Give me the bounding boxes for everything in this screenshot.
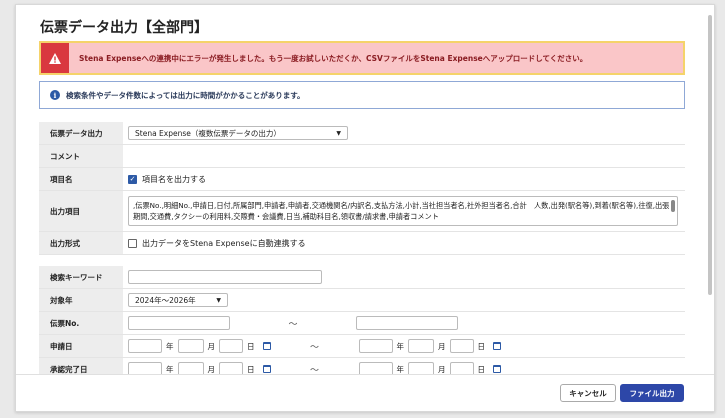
row-comment: コメント	[39, 145, 685, 168]
row-target-year: 対象年 2024年～2026年 ▼	[39, 289, 685, 312]
dialog-panel: 伝票データ出力【全部門】 Stena Expenseへの連携中にエラーが発生しま…	[15, 4, 715, 412]
item-name-checkbox-label: 項目名を出力する	[142, 174, 206, 184]
error-message: Stena Expenseへの連携中にエラーが発生しました。もう一度お試しいただ…	[79, 53, 588, 63]
label-slip-no: 伝票No.	[39, 312, 123, 334]
page-scrollbar[interactable]	[708, 15, 712, 295]
item-name-checkbox[interactable]: ✓	[128, 174, 137, 184]
apply-from-day-input[interactable]	[219, 339, 243, 353]
page-title: 伝票データ出力【全部門】	[40, 20, 208, 36]
calendar-icon[interactable]	[262, 342, 271, 350]
info-icon: i	[50, 90, 60, 100]
label-output-format: 出力形式	[39, 232, 123, 254]
export-form: 伝票データ出力 Stena Expense（複数伝票データの出力） ▼ コメント …	[39, 122, 685, 403]
row-output-items: 出力項目 ,伝票No.,明細No.,申請日,日付,所属部門,申請者,申請者,交通…	[39, 191, 685, 232]
error-banner: Stena Expenseへの連携中にエラーが発生しました。もう一度お試しいただ…	[39, 41, 685, 75]
label-output-items: 出力項目	[39, 191, 123, 231]
comment-value	[123, 145, 685, 167]
calendar-icon[interactable]	[262, 365, 271, 373]
range-tilde: ～	[288, 319, 298, 330]
target-year-select[interactable]: 2024年～2026年 ▼	[128, 293, 228, 307]
calendar-icon[interactable]	[493, 342, 501, 350]
row-output-format: 出力形式 出力データをStena Expenseに自動連携する	[39, 232, 685, 255]
row-search-keyword: 検索キーワード	[39, 266, 685, 289]
label-target-year: 対象年	[39, 289, 123, 311]
info-banner: i 検索条件やデータ件数によっては出力に時間がかかることがあります。	[39, 81, 685, 109]
cancel-button[interactable]: キャンセル	[560, 384, 616, 402]
chevron-down-icon: ▼	[216, 296, 221, 304]
auto-link-checkbox[interactable]	[128, 238, 137, 248]
textarea-scrollbar[interactable]	[671, 200, 675, 212]
row-slip-no: 伝票No. ～	[39, 312, 685, 335]
row-output-data: 伝票データ出力 Stena Expense（複数伝票データの出力） ▼	[39, 122, 685, 145]
label-comment: コメント	[39, 145, 123, 167]
label-apply-date: 申請日	[39, 335, 123, 357]
row-apply-date: 申請日 年 月 日 ～ 年 月 日	[39, 335, 685, 358]
slip-no-to-input[interactable]	[356, 316, 458, 330]
footer-bar: キャンセル ファイル出力	[16, 374, 714, 411]
output-data-select[interactable]: Stena Expense（複数伝票データの出力） ▼	[128, 126, 348, 140]
auto-link-checkbox-label: 出力データをStena Expenseに自動連携する	[142, 238, 306, 248]
calendar-icon[interactable]	[493, 365, 501, 373]
warning-icon	[41, 43, 69, 73]
label-search-keyword: 検索キーワード	[39, 266, 123, 288]
search-keyword-input[interactable]	[128, 270, 322, 284]
apply-to-year-input[interactable]	[358, 339, 393, 353]
apply-from-year-input[interactable]	[128, 339, 162, 353]
apply-to-day-input[interactable]	[449, 339, 474, 353]
label-item-name: 項目名	[39, 168, 123, 190]
label-output-data: 伝票データ出力	[39, 122, 123, 144]
chevron-down-icon: ▼	[336, 129, 341, 137]
output-items-textarea[interactable]: ,伝票No.,明細No.,申請日,日付,所属部門,申請者,申請者,交通機関名/内…	[128, 196, 678, 226]
apply-from-month-input[interactable]	[177, 339, 204, 353]
info-message: 検索条件やデータ件数によっては出力に時間がかかることがあります。	[66, 90, 305, 100]
row-item-name: 項目名 ✓ 項目名を出力する	[39, 168, 685, 191]
apply-to-month-input[interactable]	[408, 339, 434, 353]
slip-no-from-input[interactable]	[128, 316, 230, 330]
file-export-button[interactable]: ファイル出力	[620, 384, 684, 402]
range-tilde: ～	[309, 342, 319, 353]
